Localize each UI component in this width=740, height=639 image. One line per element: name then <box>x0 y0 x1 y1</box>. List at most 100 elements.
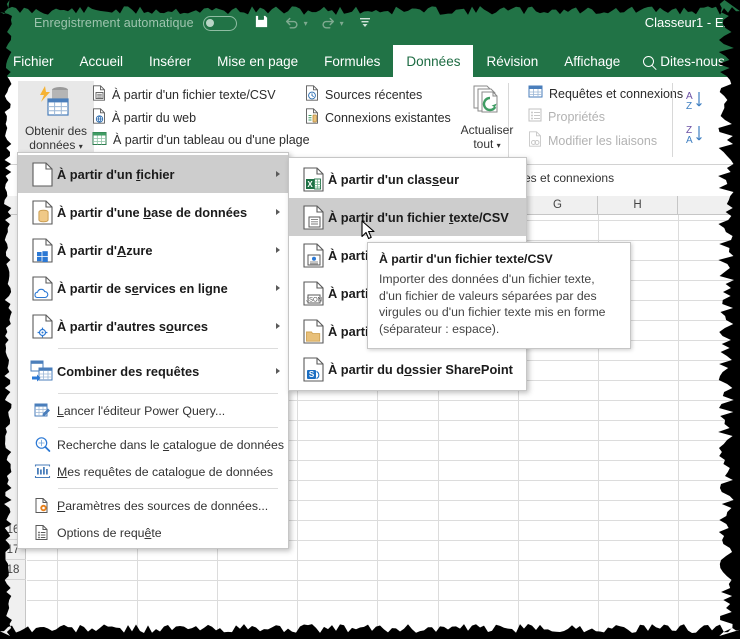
submenu-item-from-workbook[interactable]: X À partir d'un classeur <box>289 160 526 198</box>
tell-me-label: Dites-nous <box>660 53 725 69</box>
existing-connections-icon <box>305 108 319 127</box>
menu-item-launch-power-query-editor[interactable]: Lancer l'éditeur Power Query... <box>18 397 288 424</box>
tell-me-search[interactable]: Dites-nous <box>643 45 725 77</box>
queries-connections-icon <box>528 85 543 102</box>
json-icon: JSON <box>298 280 328 306</box>
menu-item-label: À partir d'une base de données <box>57 204 248 220</box>
refresh-all-label-line2: tout ▾ <box>473 137 501 151</box>
xml-icon <box>298 242 328 268</box>
tab-inserer[interactable]: Insérer <box>136 45 204 77</box>
tab-fichier[interactable]: Fichier <box>0 45 67 77</box>
svg-text:S: S <box>308 370 314 379</box>
customize-quick-access-icon[interactable] <box>359 16 371 31</box>
ribbon-tabs: Fichier Accueil Insérer Mise en page For… <box>0 45 740 77</box>
menu-separator <box>58 348 278 349</box>
query-options-icon <box>27 524 57 541</box>
ribbon-item-web[interactable]: À partir du web <box>92 108 196 127</box>
sort-descending-button[interactable]: Z A <box>686 123 708 154</box>
menu-separator <box>58 393 278 394</box>
tab-donnees[interactable]: Données <box>393 45 474 77</box>
menu-item-label: Lancer l'éditeur Power Query... <box>57 403 226 418</box>
tab-mise-en-page[interactable]: Mise en page <box>204 45 311 77</box>
menu-item-label: Options de requête <box>57 525 162 540</box>
get-data-button[interactable]: Obtenir des données ▾ <box>18 81 94 157</box>
menu-item-from-database[interactable]: À partir d'une base de données <box>18 193 288 231</box>
menu-item-from-other-sources[interactable]: À partir d'autres sources <box>18 307 288 345</box>
redo-dropdown-icon[interactable]: ▾ <box>340 19 344 28</box>
menu-separator <box>58 427 278 428</box>
data-catalog-search-icon <box>27 436 57 453</box>
menu-item-data-catalog-search[interactable]: Recherche dans le catalogue de données <box>18 431 288 458</box>
title-bar: Enregistrement automatique ▾ ▾ Classeur1… <box>0 0 740 45</box>
column-header-g[interactable]: G <box>518 196 598 214</box>
menu-item-from-online-services[interactable]: À partir de services en ligne <box>18 269 288 307</box>
chevron-right-icon <box>276 171 280 177</box>
ribbon-separator-2 <box>672 83 673 157</box>
menu-item-data-source-settings[interactable]: Paramètres des sources de données... <box>18 492 288 519</box>
row-header-18[interactable]: 18 <box>0 560 26 580</box>
data-source-settings-icon <box>27 497 57 514</box>
tooltip: À partir d'un fichier texte/CSV Importer… <box>367 242 631 349</box>
undo-dropdown-icon[interactable]: ▾ <box>304 19 308 28</box>
menu-item-label: Combiner des requêtes <box>57 363 200 379</box>
azure-icon <box>27 237 57 263</box>
menu-item-from-azure[interactable]: À partir d'Azure <box>18 231 288 269</box>
menu-item-label: À partir de services en ligne <box>57 280 228 296</box>
autosave-label: Enregistrement automatique <box>34 16 194 30</box>
chevron-right-icon <box>276 247 280 253</box>
chevron-right-icon <box>276 285 280 291</box>
ribbon-item-table-range[interactable]: À partir d'un tableau ou d'une plage <box>92 131 310 149</box>
tab-revision[interactable]: Révision <box>473 45 551 77</box>
redo-icon[interactable] <box>320 15 336 32</box>
refresh-all-icon <box>470 84 504 123</box>
ribbon-item-existing-connections[interactable]: Connexions existantes <box>305 108 451 127</box>
my-catalog-queries-icon <box>27 463 57 480</box>
sort-ascending-button[interactable]: A Z <box>686 89 708 120</box>
menu-item-label: À partir d'autres sources <box>57 318 208 334</box>
tab-affichage[interactable]: Affichage <box>551 45 633 77</box>
undo-icon[interactable] <box>284 15 300 32</box>
ribbon-item-properties: Propriétés <box>528 108 605 125</box>
refresh-all-button[interactable]: Actualiser tout ▾ <box>452 81 522 159</box>
ribbon-item-label: À partir d'un fichier texte/CSV <box>112 87 276 102</box>
get-data-icon <box>35 85 77 124</box>
folder-icon <box>298 318 328 344</box>
properties-icon <box>528 108 542 125</box>
database-icon <box>27 199 57 225</box>
refresh-all-label-line1: Actualiser <box>460 123 514 137</box>
text-csv-file-icon <box>298 204 328 230</box>
menu-item-query-options[interactable]: Options de requête <box>18 519 288 546</box>
menu-item-combine-queries[interactable]: Combiner des requêtes <box>18 352 288 390</box>
tab-accueil[interactable]: Accueil <box>67 45 137 77</box>
ribbon-item-label: À partir du web <box>112 110 197 125</box>
ribbon-item-label: À partir d'un tableau ou d'une plage <box>113 133 310 147</box>
ribbon-item-label: Connexions existantes <box>325 110 451 125</box>
save-icon[interactable] <box>254 14 269 32</box>
svg-text:JSON: JSON <box>305 297 321 303</box>
ribbon-item-queries-connections[interactable]: Requêtes et connexions <box>528 85 683 102</box>
tab-formules[interactable]: Formules <box>311 45 393 77</box>
autosave-toggle[interactable] <box>202 15 237 31</box>
ribbon-item-text-csv[interactable]: À partir d'un fichier texte/CSV <box>92 85 276 104</box>
ribbon-item-recent-sources[interactable]: Sources récentes <box>305 85 422 104</box>
menu-item-label: À partir d'Azure <box>57 242 153 258</box>
submenu-item-label: À partir d'un classeur <box>328 171 460 187</box>
tooltip-title: À partir d'un fichier texte/CSV <box>379 252 553 266</box>
queries-pane-title: êtes et connexions <box>506 165 740 196</box>
svg-text:A: A <box>686 135 693 146</box>
submenu-item-from-sharepoint-folder[interactable]: S À partir du dossier SharePoint <box>289 350 526 388</box>
column-header-i[interactable] <box>678 196 740 214</box>
ribbon-item-label: Modifier les liaisons <box>548 133 658 148</box>
chevron-right-icon <box>276 323 280 329</box>
sort-descending-icon: Z A <box>686 125 702 146</box>
online-services-icon <box>27 275 57 301</box>
column-header-h[interactable]: H <box>598 196 678 214</box>
menu-item-my-catalog-queries[interactable]: Mes requêtes de catalogue de données <box>18 458 288 485</box>
ribbon-item-label: Propriétés <box>548 109 605 124</box>
menu-item-from-file[interactable]: À partir d'un fichier <box>18 155 288 193</box>
table-range-icon <box>92 131 107 149</box>
menu-item-label: Recherche dans le catalogue de données <box>57 437 284 452</box>
excel-window: Enregistrement automatique ▾ ▾ Classeur1… <box>0 0 740 639</box>
submenu-item-from-text-csv[interactable]: À partir d'un fichier texte/CSV <box>289 198 526 236</box>
chevron-right-icon <box>276 368 280 374</box>
